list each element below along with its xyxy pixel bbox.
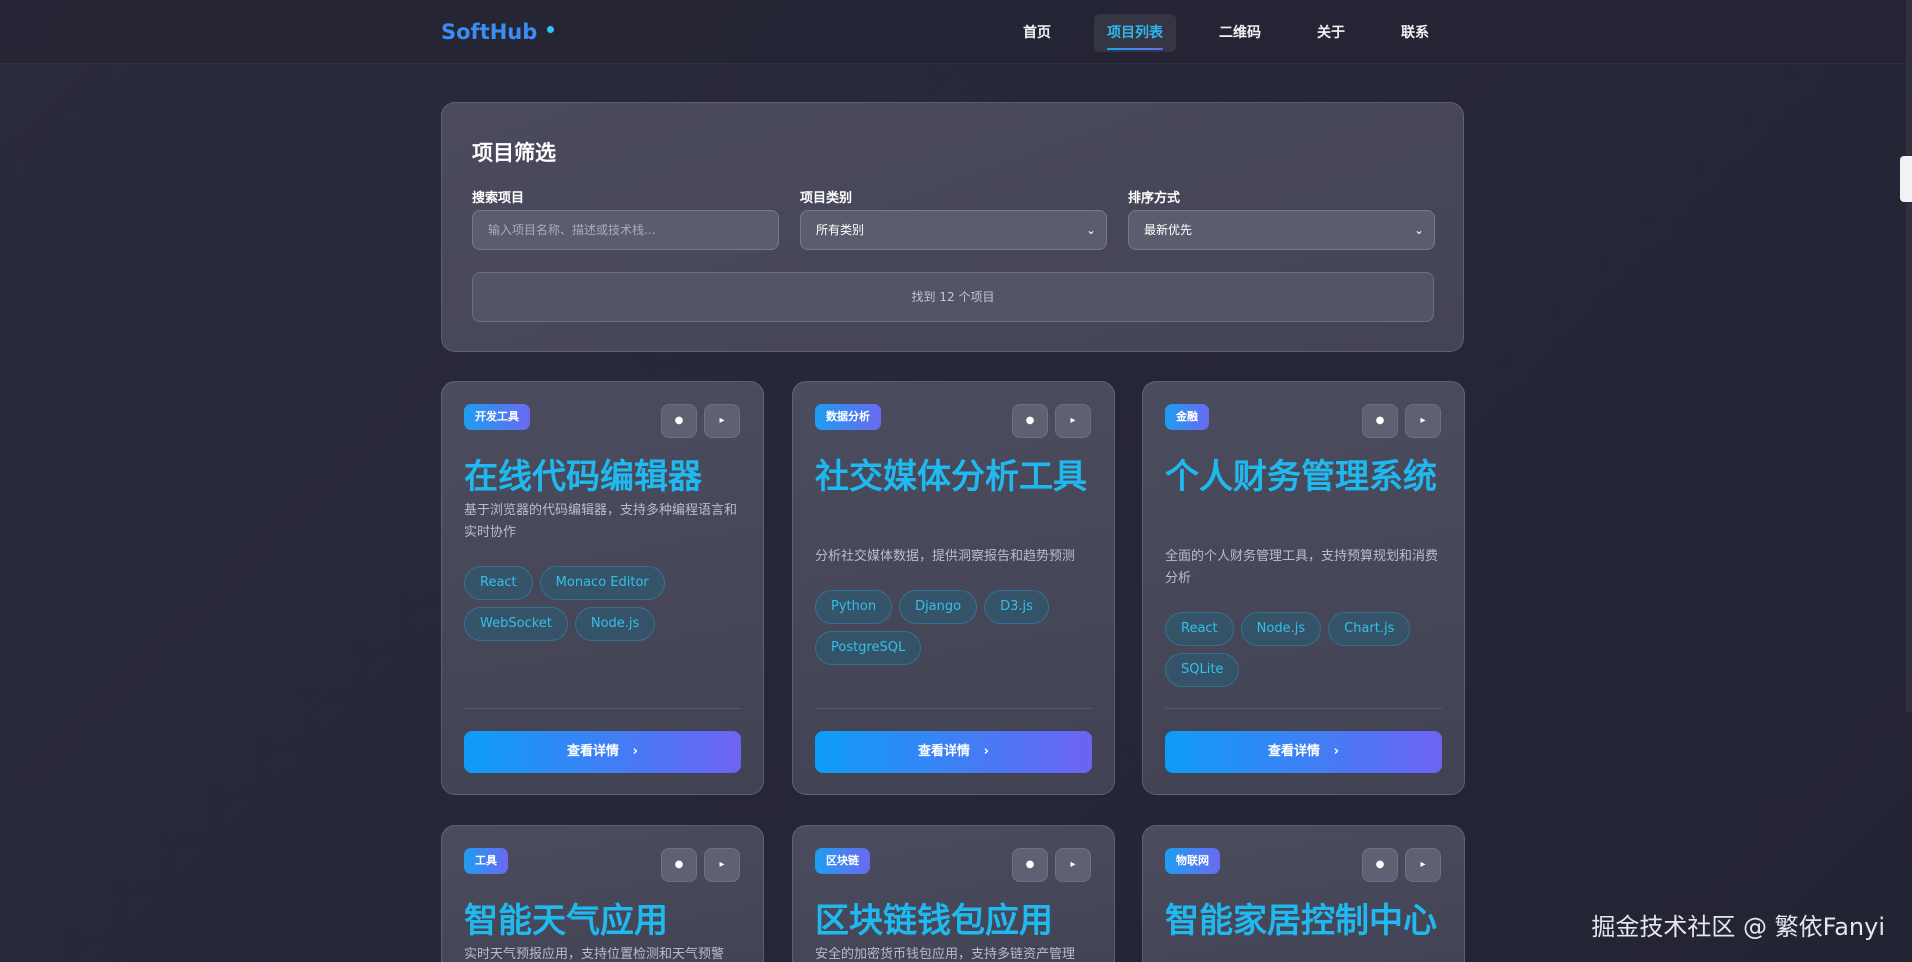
side-floating-tab[interactable] — [1900, 156, 1912, 202]
sort-select[interactable]: 最新优先 ⌄ — [1128, 210, 1435, 250]
project-card[interactable]: 数据分析 ● ▸ 社交媒体分析工具 分析社交媒体数据，提供洞察报告和趋势预测 P… — [792, 381, 1115, 795]
tech-tag: SQLite — [1165, 653, 1240, 687]
tech-tag: Chart.js — [1328, 612, 1411, 646]
play-icon[interactable]: ▸ — [1405, 848, 1441, 882]
play-icon[interactable]: ▸ — [1055, 848, 1091, 882]
logo-text: SoftHub — [441, 20, 538, 44]
category-badge: 工具 — [464, 848, 508, 874]
project-title[interactable]: 智能家居控制中心 — [1165, 898, 1455, 944]
project-description: 全面的个人财务管理工具，支持预算规划和消费分析 — [1165, 549, 1439, 586]
project-description: 安全的加密货币钱包应用，支持多链资产管理 — [815, 947, 1076, 962]
tech-tags: React Node.js Chart.js SQLite — [1165, 612, 1450, 694]
sort-label: 排序方式 — [1128, 191, 1181, 206]
category-badge: 金融 — [1165, 404, 1209, 430]
chevron-down-icon: ⌄ — [1085, 223, 1096, 237]
category-badge: 数据分析 — [815, 404, 881, 430]
view-detail-button[interactable]: 查看详情 › — [1165, 731, 1442, 773]
logo-dot-icon — [547, 25, 555, 33]
tech-tag: Monaco Editor — [539, 566, 665, 600]
nav-item-qrcode[interactable]: 二维码 — [1206, 14, 1274, 52]
view-detail-label: 查看详情 — [918, 744, 971, 759]
card-divider — [464, 708, 741, 709]
heart-icon[interactable]: ● — [1012, 404, 1048, 438]
watermark-text: 掘金技术社区 @ 繁依Fanyi — [1591, 913, 1885, 941]
nav-item-about[interactable]: 关于 — [1304, 14, 1358, 52]
view-detail-label: 查看详情 — [567, 744, 620, 759]
filter-title: 项目筛选 — [472, 141, 556, 165]
project-description: 基于浏览器的代码编辑器，支持多种编程语言和实时协作 — [464, 503, 738, 540]
play-icon[interactable]: ▸ — [1405, 404, 1441, 438]
category-badge: 开发工具 — [464, 404, 530, 430]
play-icon[interactable]: ▸ — [1055, 404, 1091, 438]
chevron-right-icon: › — [623, 744, 638, 759]
nav-item-contact[interactable]: 联系 — [1388, 14, 1442, 52]
search-label: 搜索项目 — [472, 191, 525, 206]
project-card[interactable]: 开发工具 ● ▸ 在线代码编辑器 基于浏览器的代码编辑器，支持多种编程语言和实时… — [441, 381, 764, 795]
project-description: 分析社交媒体数据，提供洞察报告和趋势预测 — [815, 549, 1076, 564]
category-select[interactable]: 所有类别 ⌄ — [800, 210, 1107, 250]
heart-icon[interactable]: ● — [1012, 848, 1048, 882]
sort-select-value: 最新优先 — [1144, 223, 1193, 237]
heart-icon[interactable]: ● — [661, 848, 697, 882]
play-icon[interactable]: ▸ — [704, 404, 740, 438]
project-title[interactable]: 社交媒体分析工具 — [815, 454, 1105, 500]
tech-tag: Django — [899, 590, 978, 624]
tech-tag: D3.js — [984, 590, 1049, 624]
project-title[interactable]: 个人财务管理系统 — [1165, 454, 1455, 500]
project-card[interactable]: 物联网 ● ▸ 智能家居控制中心 — [1142, 825, 1465, 962]
card-divider — [815, 708, 1092, 709]
nav-item-projects[interactable]: 项目列表 — [1094, 14, 1176, 52]
category-badge: 区块链 — [815, 848, 870, 874]
main-nav: 首页 项目列表 二维码 关于 联系 — [1010, 14, 1472, 52]
search-input[interactable]: 输入项目名称、描述或技术栈... — [472, 210, 779, 250]
chevron-right-icon: › — [1324, 744, 1339, 759]
project-title[interactable]: 区块链钱包应用 — [815, 898, 1105, 944]
result-count: 找到 12 个项目 — [472, 272, 1434, 322]
tech-tag: Node.js — [1240, 612, 1322, 646]
logo[interactable]: SoftHub — [441, 20, 555, 44]
heart-icon[interactable]: ● — [661, 404, 697, 438]
project-card[interactable]: 工具 ● ▸ 智能天气应用 实时天气预报应用，支持位置检测和天气预警 — [441, 825, 764, 962]
view-detail-label: 查看详情 — [1268, 744, 1321, 759]
view-detail-button[interactable]: 查看详情 › — [815, 731, 1092, 773]
top-header: SoftHub 首页 项目列表 二维码 关于 联系 — [0, 0, 1906, 64]
project-description: 实时天气预报应用，支持位置检测和天气预警 — [464, 947, 725, 962]
chevron-down-icon: ⌄ — [1413, 223, 1424, 237]
card-divider — [1165, 708, 1442, 709]
project-card[interactable]: 区块链 ● ▸ 区块链钱包应用 安全的加密货币钱包应用，支持多链资产管理 — [792, 825, 1115, 962]
chevron-right-icon: › — [974, 744, 989, 759]
category-select-value: 所有类别 — [816, 223, 865, 237]
play-icon[interactable]: ▸ — [704, 848, 740, 882]
category-badge: 物联网 — [1165, 848, 1220, 874]
filter-panel: 项目筛选 搜索项目 输入项目名称、描述或技术栈... 项目类别 所有类别 ⌄ 排… — [441, 102, 1464, 352]
project-title[interactable]: 智能天气应用 — [464, 898, 754, 944]
nav-item-home[interactable]: 首页 — [1010, 14, 1064, 52]
tech-tag: WebSocket — [464, 607, 568, 641]
heart-icon[interactable]: ● — [1362, 848, 1398, 882]
project-card[interactable]: 金融 ● ▸ 个人财务管理系统 全面的个人财务管理工具，支持预算规划和消费分析 … — [1142, 381, 1465, 795]
tech-tag: PostgreSQL — [815, 631, 922, 665]
heart-icon[interactable]: ● — [1362, 404, 1398, 438]
category-label: 项目类别 — [800, 191, 853, 206]
tech-tag: React — [464, 566, 533, 600]
tech-tags: React Monaco Editor WebSocket Node.js — [464, 566, 749, 648]
view-detail-button[interactable]: 查看详情 › — [464, 731, 741, 773]
tech-tag: React — [1165, 612, 1234, 646]
project-title[interactable]: 在线代码编辑器 — [464, 454, 754, 500]
page-scrollbar[interactable] — [1906, 0, 1912, 712]
tech-tags: Python Django D3.js PostgreSQL — [815, 590, 1100, 672]
tech-tag: Python — [815, 590, 893, 624]
tech-tag: Node.js — [574, 607, 656, 641]
